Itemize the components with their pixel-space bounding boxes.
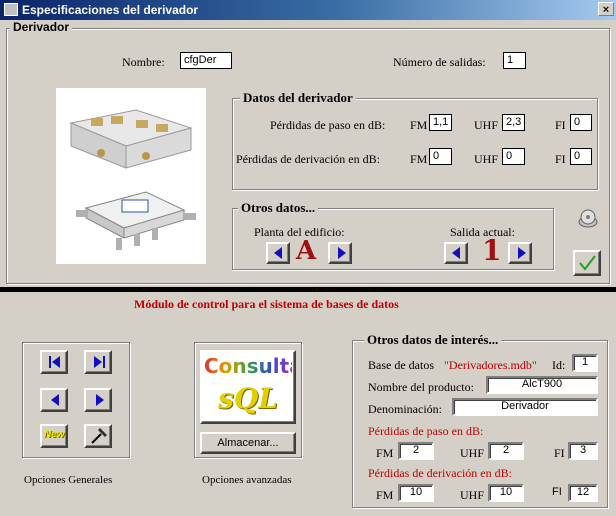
otros-legend: Otros datos... [238, 200, 319, 216]
edit-record-button[interactable] [84, 424, 112, 448]
salidas-field[interactable]: 1 [503, 52, 526, 69]
derivador-photo [56, 88, 206, 264]
first-bar-icon [49, 356, 51, 368]
datos-paso-uhf-label: UHF [474, 118, 499, 132]
arrow-right-icon [96, 394, 104, 406]
last-record-icon [94, 356, 102, 368]
interes-legend: Otros datos de interés... [364, 332, 502, 348]
arrow-left-icon [274, 247, 282, 259]
modulo-title: Módulo de control para el sistema de bas… [134, 297, 399, 311]
datos-deriv-uhf-label: UHF [474, 152, 499, 166]
interes-paso-fm-label: FM [376, 446, 394, 460]
planta-next-button[interactable] [328, 242, 352, 264]
consulta-text: Consulta [204, 354, 303, 378]
datos-paso-label: Pérdidas de paso en dB: [270, 118, 386, 132]
disk-button[interactable] [575, 206, 601, 232]
accept-button[interactable] [573, 250, 601, 276]
section-divider [0, 287, 616, 292]
almacenar-button[interactable]: Almacenar... [200, 432, 296, 454]
last-bar-icon [103, 356, 105, 368]
denominacion-field[interactable]: Derivador [452, 398, 598, 416]
new-icon: New [44, 429, 65, 440]
datos-paso-fm-label: FM [410, 118, 428, 132]
salida-next-button[interactable] [508, 242, 532, 264]
new-record-button[interactable]: New [40, 424, 68, 448]
interes-paso-label: Pérdidas de paso en dB: [368, 424, 484, 438]
datos-deriv-fm-label: FM [410, 152, 428, 166]
sql-text: sQL [218, 382, 278, 415]
avanzadas-label: Opciones avanzadas [202, 474, 292, 486]
close-button[interactable]: × [598, 2, 614, 16]
datos-deriv-label: Pérdidas de derivación en dB: [236, 152, 380, 166]
id-label: Id: [552, 358, 566, 372]
interes-deriv-fm-label: FM [376, 488, 394, 502]
salidas-label: Número de salidas: [393, 55, 486, 69]
interes-paso-fi-field[interactable]: 3 [568, 442, 598, 460]
main-window: Especificaciones del derivador × Derivad… [0, 0, 616, 516]
arrow-left-icon [452, 247, 460, 259]
arrow-right-icon [518, 247, 526, 259]
salida-value: 1 [482, 234, 502, 267]
prev-record-button[interactable] [40, 388, 68, 412]
consulta-sql-button[interactable]: Consulta sQL [200, 350, 303, 424]
datos-paso-fi-field[interactable]: 0 [570, 114, 592, 131]
first-record-icon [52, 356, 60, 368]
datos-deriv-fm-field[interactable]: 0 [429, 148, 452, 165]
datos-paso-fm-field[interactable]: 1,1 [429, 114, 452, 131]
interes-paso-fi-label: FI [554, 446, 565, 460]
interes-deriv-label: Pérdidas de derivación en dB: [368, 466, 512, 480]
datos-deriv-uhf-field[interactable]: 0 [502, 148, 525, 165]
producto-label: Nombre del producto: [368, 380, 474, 394]
arrow-right-icon [338, 247, 346, 259]
disk-icon [578, 209, 598, 228]
arrow-left-icon [51, 394, 59, 406]
planta-prev-button[interactable] [266, 242, 290, 264]
datos-paso-uhf-field[interactable]: 2,3 [502, 114, 525, 131]
last-record-button[interactable] [84, 350, 112, 374]
nombre-field[interactable]: cfgDer [180, 52, 232, 69]
derivador-legend: Derivador [10, 20, 73, 34]
nav-group [22, 342, 130, 458]
window-title: Especificaciones del derivador [22, 3, 199, 17]
interes-paso-uhf-field[interactable]: 2 [488, 442, 524, 460]
datos-deriv-fi-field[interactable]: 0 [570, 148, 592, 165]
generales-label: Opciones Generales [24, 474, 113, 486]
first-record-button[interactable] [40, 350, 68, 374]
interes-deriv-fi-field[interactable]: 12 [568, 484, 598, 502]
interes-deriv-fi-label: FI [552, 486, 562, 498]
datos-deriv-fi-label: FI [555, 152, 566, 166]
salida-prev-button[interactable] [444, 242, 468, 264]
product-image [69, 109, 196, 250]
interes-paso-fm-field[interactable]: 2 [398, 442, 434, 460]
title-bar[interactable]: Especificaciones del derivador × [0, 0, 616, 20]
interes-deriv-fm-field[interactable]: 10 [398, 484, 434, 502]
base-label: Base de datos [368, 358, 434, 372]
nombre-label: Nombre: [122, 55, 165, 69]
check-icon [579, 255, 596, 271]
planta-value: A [296, 236, 317, 266]
datos-paso-fi-label: FI [555, 118, 566, 132]
app-icon [4, 3, 18, 16]
interes-deriv-uhf-label: UHF [460, 488, 485, 502]
interes-deriv-uhf-field[interactable]: 10 [488, 484, 524, 502]
producto-field[interactable]: AlcT900 [486, 376, 598, 394]
interes-paso-uhf-label: UHF [460, 446, 485, 460]
denominacion-label: Denominación: [368, 402, 442, 416]
base-value: "Derivadores.mdb" [444, 358, 537, 372]
datos-legend: Datos del derivador [240, 90, 356, 106]
id-field[interactable]: 1 [572, 354, 598, 372]
hammer-icon [91, 428, 107, 444]
datos-group [232, 98, 598, 190]
next-record-button[interactable] [84, 388, 112, 412]
